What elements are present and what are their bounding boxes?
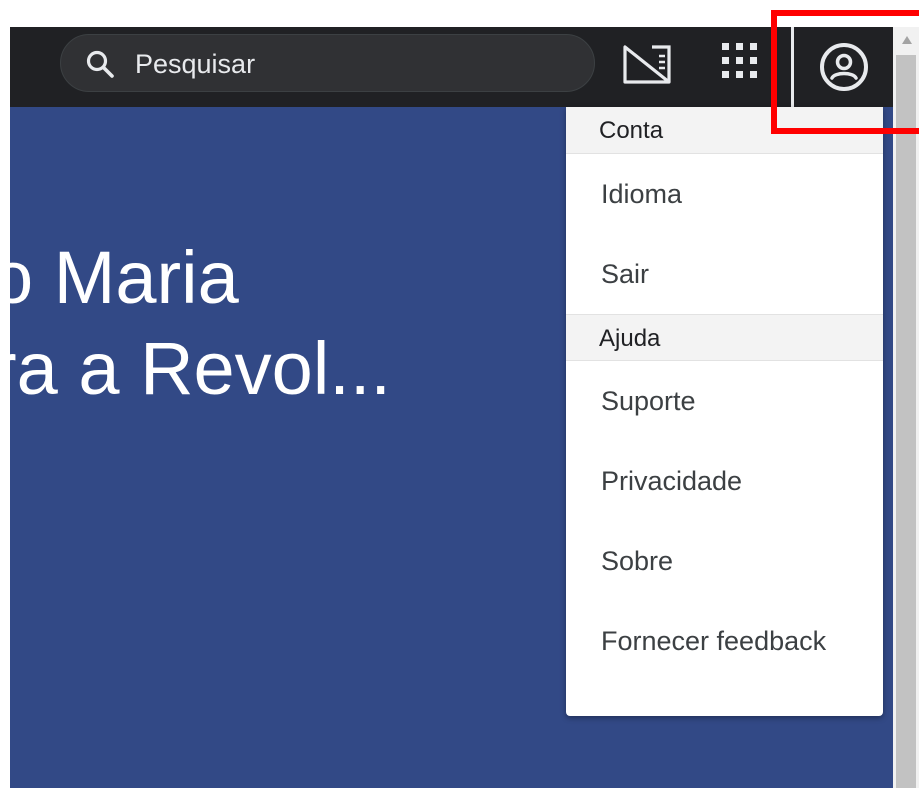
account-menu: Conta Idioma Sair Ajuda Suporte Privacid…: [566, 107, 883, 716]
search-input[interactable]: [133, 45, 557, 83]
scrollbar-thumb[interactable]: [896, 55, 916, 788]
hero-title-line-1: o Maria: [10, 236, 239, 319]
hero-title-line-2: ra a Revol...: [10, 327, 391, 410]
apps-grid-icon[interactable]: [720, 41, 760, 81]
vertical-scrollbar[interactable]: [893, 27, 919, 788]
search-box[interactable]: [60, 34, 595, 92]
menu-item-suporte[interactable]: Suporte: [566, 361, 883, 441]
cast-icon[interactable]: [622, 42, 672, 86]
menu-item-sair[interactable]: Sair: [566, 234, 883, 314]
menu-item-idioma[interactable]: Idioma: [566, 154, 883, 234]
search-icon: [86, 50, 114, 78]
menu-item-privacidade[interactable]: Privacidade: [566, 441, 883, 521]
menu-item-sobre[interactable]: Sobre: [566, 521, 883, 601]
highlight-box: [771, 10, 919, 134]
top-bar: [10, 27, 893, 107]
menu-item-fornecer-feedback[interactable]: Fornecer feedback: [566, 601, 883, 681]
menu-section-header-ajuda: Ajuda: [566, 314, 883, 361]
